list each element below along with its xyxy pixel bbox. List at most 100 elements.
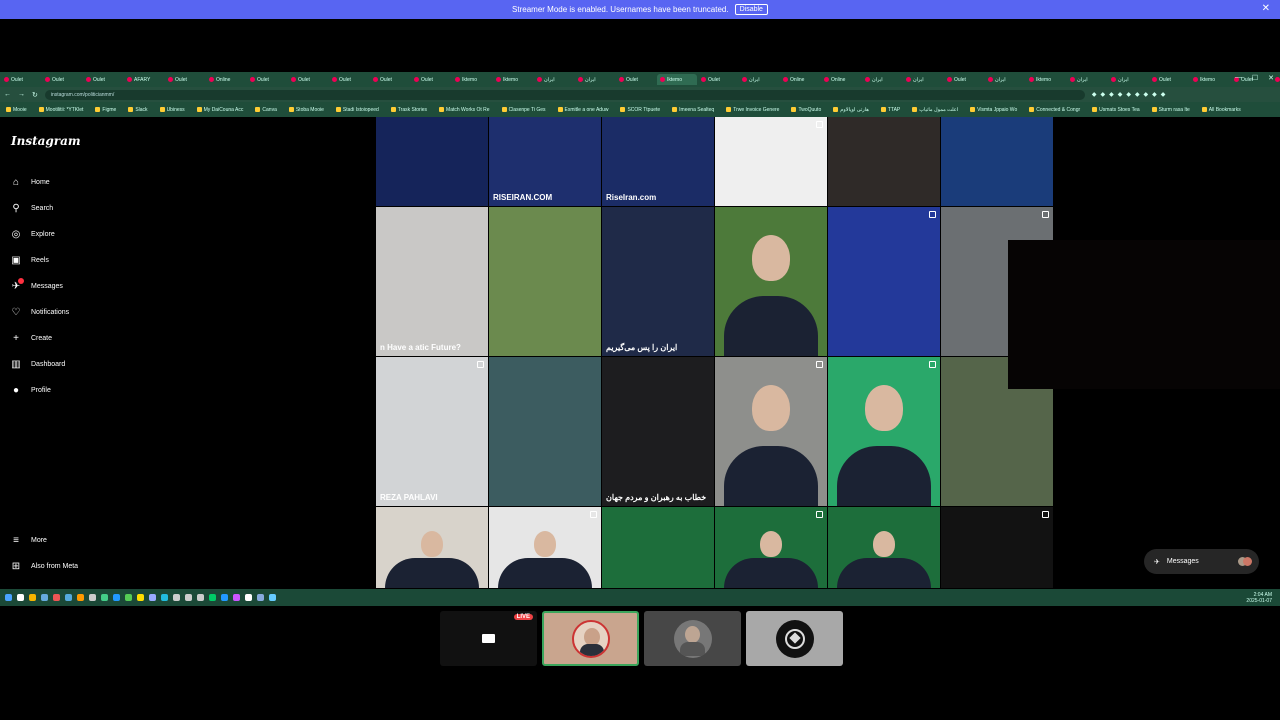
browser-tab[interactable]: Oulet [411, 74, 451, 85]
post-thumbnail[interactable]: ایران را پس می‌گیریم [602, 207, 714, 356]
taskbar-app-icon[interactable] [41, 594, 48, 601]
close-window-icon[interactable]: ✕ [1268, 74, 1274, 82]
post-thumbnail[interactable]: RiseIran.com [602, 117, 714, 206]
bookmark-item[interactable]: SCOR Ttpuete [620, 107, 660, 113]
bookmark-item[interactable]: TwoQuuto [791, 107, 821, 113]
bookmark-item[interactable]: Connected & Congr [1029, 107, 1080, 113]
post-thumbnail[interactable] [828, 207, 940, 356]
post-thumbnail[interactable]: RISEIRAN.COM [489, 117, 601, 206]
stream-tile[interactable]: LIVE [440, 611, 537, 666]
post-thumbnail[interactable] [489, 357, 601, 506]
post-thumbnail[interactable] [602, 507, 714, 588]
post-thumbnail[interactable] [941, 117, 1053, 206]
nav-item-profile[interactable]: ● Profile [10, 377, 69, 403]
post-thumbnail[interactable] [828, 117, 940, 206]
bookmark-item[interactable]: Figme [95, 107, 116, 113]
browser-tab[interactable]: Online [821, 74, 861, 85]
browser-tab[interactable]: Oulet [944, 74, 984, 85]
nav-item-create[interactable]: + Create [10, 325, 69, 351]
nav-item-more[interactable]: ≡ More [10, 527, 78, 553]
bookmark-item[interactable]: Mooie [6, 107, 27, 113]
bookmark-item[interactable]: My DaiCouna Acc [196, 107, 243, 113]
bookmark-item[interactable]: Stoba Mooie [288, 107, 324, 113]
bookmark-item[interactable]: Clasenpe Ti Ges [501, 107, 546, 113]
post-thumbnail[interactable] [828, 507, 940, 588]
reload-icon[interactable]: ↻ [32, 91, 38, 99]
taskbar-app-icon[interactable] [257, 594, 264, 601]
bookmark-item[interactable]: TTAP [880, 107, 900, 113]
post-thumbnail[interactable] [828, 357, 940, 506]
bookmark-item[interactable]: Stadi Istoiopeed [335, 107, 379, 113]
browser-tab[interactable]: ایران [985, 74, 1025, 85]
post-thumbnail[interactable] [715, 357, 827, 506]
taskbar-app-icon[interactable] [17, 594, 24, 601]
browser-tab[interactable]: Oulet [698, 74, 738, 85]
taskbar-app-icon[interactable] [161, 594, 168, 601]
browser-tab[interactable]: ایران [862, 74, 902, 85]
participant-tile[interactable] [542, 611, 639, 666]
bookmark-item[interactable]: Esmitle a one Aduw [557, 107, 608, 113]
post-thumbnail[interactable] [715, 207, 827, 356]
bookmark-item[interactable]: اعلت ممول ماتیاپ [912, 107, 958, 113]
browser-tab[interactable]: Oulet [165, 74, 205, 85]
browser-tab[interactable]: Oulet [42, 74, 82, 85]
taskbar-app-icon[interactable] [89, 594, 96, 601]
post-thumbnail[interactable] [715, 507, 827, 588]
post-thumbnail[interactable] [376, 507, 488, 588]
post-thumbnail[interactable] [376, 117, 488, 206]
nav-item-also-from-meta[interactable]: ⊞ Also from Meta [10, 553, 78, 579]
browser-tab[interactable]: Oulet [247, 74, 287, 85]
browser-tab[interactable]: Oulet [83, 74, 123, 85]
post-thumbnail[interactable] [489, 507, 601, 588]
taskbar-app-icon[interactable] [77, 594, 84, 601]
post-thumbnail[interactable]: REZA PAHLAVI [376, 357, 488, 506]
participant-tile[interactable] [746, 611, 843, 666]
taskbar-app-icon[interactable] [101, 594, 108, 601]
browser-tab[interactable]: AFARY [124, 74, 164, 85]
nav-item-reels[interactable]: ▣ Reels [10, 247, 69, 273]
browser-tab[interactable]: Oulet [1, 74, 41, 85]
bookmark-item[interactable]: Mootilitii: *YTKlet [38, 107, 83, 113]
browser-tab[interactable]: Online [206, 74, 246, 85]
post-thumbnail[interactable] [941, 507, 1053, 588]
bookmark-item[interactable]: Match Works Ot Re [439, 107, 490, 113]
maximize-icon[interactable]: ☐ [1252, 74, 1258, 82]
nav-item-explore[interactable]: ◎ Explore [10, 221, 69, 247]
bookmark-item[interactable]: Canva [255, 107, 277, 113]
browser-tab[interactable]: Oulet [616, 74, 656, 85]
bookmark-item[interactable]: هارتی اوپالاوم [833, 107, 869, 113]
taskbar-app-icon[interactable] [173, 594, 180, 601]
bookmark-item[interactable]: All Bookmarks [1201, 107, 1241, 113]
browser-tab[interactable]: Oulet [329, 74, 369, 85]
back-icon[interactable]: ← [4, 91, 11, 98]
browser-tab[interactable]: ایران [1067, 74, 1107, 85]
extensions-icons[interactable]: ◆◆◆◆◆◆◆◆◆ [1092, 91, 1170, 98]
browser-tab[interactable]: ایران [903, 74, 943, 85]
browser-tab[interactable]: ایران [575, 74, 615, 85]
taskbar-app-icon[interactable] [245, 594, 252, 601]
browser-tab[interactable]: ایران [534, 74, 574, 85]
instagram-logo[interactable]: Instagram [11, 134, 81, 148]
system-tray-clock[interactable]: 2:04 AM 2025-01-07 [1246, 592, 1272, 604]
browser-tab[interactable]: Iktemo [452, 74, 492, 85]
browser-tab[interactable]: Iktemo [657, 74, 697, 85]
taskbar-app-icon[interactable] [209, 594, 216, 601]
browser-tab[interactable]: Iktemo [1190, 74, 1230, 85]
forward-icon[interactable]: → [18, 91, 25, 98]
minimize-icon[interactable]: — [1235, 74, 1242, 82]
nav-item-home[interactable]: ⌂ Home [10, 169, 69, 195]
taskbar-app-icon[interactable] [53, 594, 60, 601]
taskbar-app-icon[interactable] [137, 594, 144, 601]
bookmark-item[interactable]: Slack [128, 107, 148, 113]
taskbar-app-icon[interactable] [269, 594, 276, 601]
taskbar-app-icon[interactable] [185, 594, 192, 601]
disable-streamer-mode-button[interactable]: Disable [734, 4, 768, 15]
nav-item-notifications[interactable]: ♡ Notifications [10, 299, 70, 325]
post-thumbnail[interactable] [489, 207, 601, 356]
taskbar-app-icon[interactable] [233, 594, 240, 601]
post-thumbnail[interactable]: n Have a atic Future? [376, 207, 488, 356]
browser-tab[interactable]: Oulet [370, 74, 410, 85]
browser-tab[interactable]: Oulet [1149, 74, 1189, 85]
nav-item-dashboard[interactable]: ▥ Dashboard [10, 351, 69, 377]
url-input[interactable]: instagram.com/politicianmm/ [44, 89, 1085, 100]
